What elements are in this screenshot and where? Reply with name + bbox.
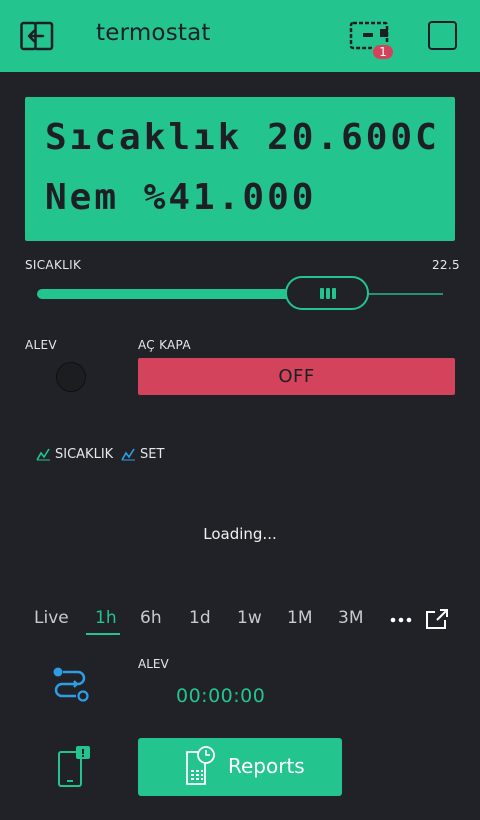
reports-label: Reports (228, 754, 305, 778)
grip-line (332, 288, 336, 299)
range-tab-1m[interactable]: 1M (287, 608, 312, 628)
slider-value: 22.5 (432, 258, 460, 272)
grip-line (320, 288, 324, 299)
range-tab-1h[interactable]: 1h (95, 608, 117, 628)
eventor-icon[interactable] (50, 665, 92, 707)
reports-button[interactable]: Reports (138, 738, 342, 796)
legend-label: SICAKLIK (55, 447, 114, 462)
slider-thumb[interactable] (285, 276, 369, 310)
line-chart-icon (121, 448, 135, 461)
led-label: ALEV (25, 338, 57, 352)
app-header: termostat 1 (0, 0, 480, 72)
line-chart-icon (36, 448, 50, 461)
lcd-line-1: Sıcaklık 20.600C (45, 117, 440, 158)
power-toggle-button[interactable]: OFF (138, 358, 455, 395)
expand-icon[interactable] (425, 608, 449, 630)
range-tab-6h[interactable]: 6h (140, 608, 162, 628)
chart-loading-text: Loading... (203, 525, 277, 543)
legend-label: SET (140, 447, 165, 462)
lcd-line-2: Nem %41.000 (45, 177, 317, 218)
led-indicator (56, 362, 86, 392)
lcd-display: Sıcaklık 20.600C Nem %41.000 (25, 97, 455, 241)
range-tab-1d[interactable]: 1d (189, 608, 211, 628)
exit-icon[interactable] (20, 19, 56, 53)
range-tab-1w[interactable]: 1w (237, 608, 262, 628)
range-tab-live[interactable]: Live (34, 608, 69, 628)
more-dots-icon[interactable] (390, 610, 412, 630)
notification-icon[interactable] (56, 746, 92, 788)
legend-item-sicaklik[interactable]: SICAKLIK (36, 447, 113, 462)
active-range-underline (86, 633, 120, 635)
slider-label: SICAKLIK (25, 258, 82, 272)
legend-item-set[interactable]: SET (121, 447, 164, 462)
page-title: termostat (96, 20, 211, 46)
menu-square-icon[interactable] (428, 21, 457, 50)
slider-track-filled[interactable] (37, 289, 295, 299)
timer-label: ALEV (138, 657, 169, 671)
grip-line (326, 288, 330, 299)
reports-icon (186, 746, 215, 785)
device-badge: 1 (371, 43, 395, 61)
range-tab-3m[interactable]: 3M (338, 608, 363, 628)
switch-label: AÇ KAPA (138, 338, 191, 352)
slider-track-empty[interactable] (368, 293, 443, 295)
timer-value: 00:00:00 (176, 685, 266, 707)
